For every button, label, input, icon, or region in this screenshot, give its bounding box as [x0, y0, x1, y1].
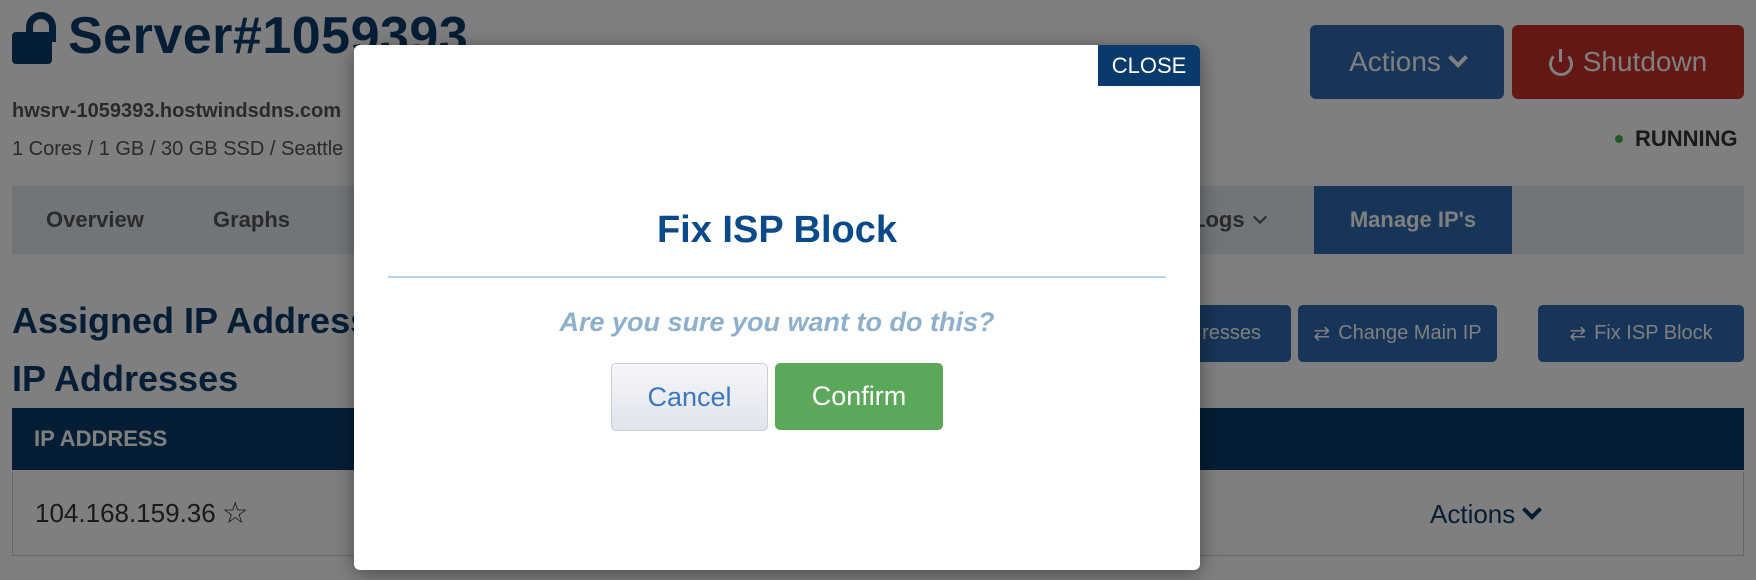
- confirm-modal: CLOSE Fix ISP Block Are you sure you wan…: [354, 45, 1200, 570]
- cancel-button-label: Cancel: [647, 381, 732, 412]
- modal-question: Are you sure you want to do this?: [559, 307, 995, 337]
- cancel-button[interactable]: Cancel: [611, 363, 768, 431]
- modal-title: Fix ISP Block: [656, 209, 898, 251]
- confirm-button[interactable]: Confirm: [775, 363, 943, 430]
- modal-close-button[interactable]: CLOSE: [1098, 45, 1200, 86]
- modal-close-label: CLOSE: [1111, 52, 1187, 78]
- confirm-button-label: Confirm: [811, 381, 907, 411]
- modal-divider: [388, 276, 1166, 278]
